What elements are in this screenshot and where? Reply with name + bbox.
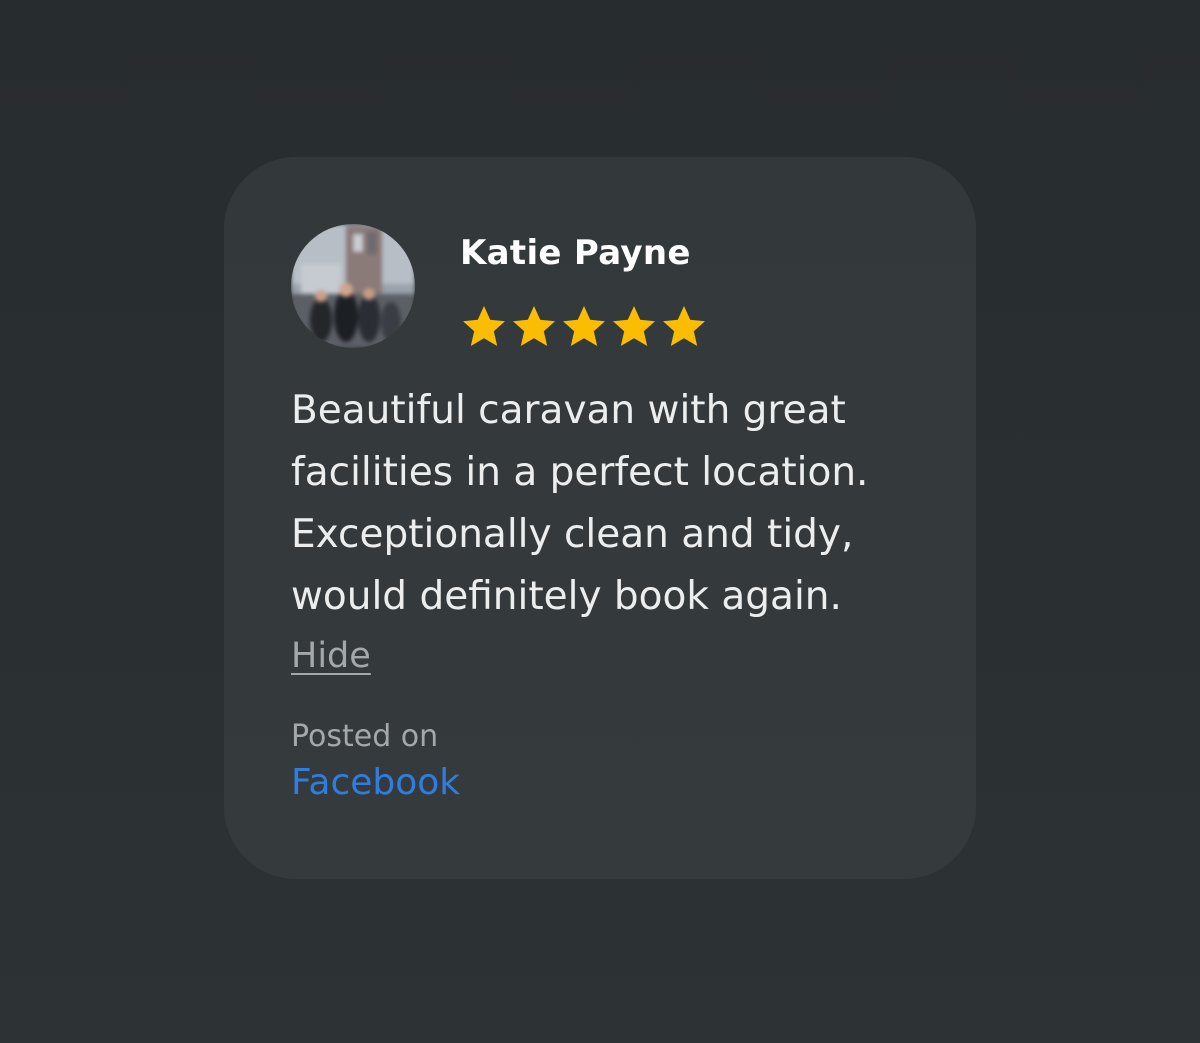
star-icon: [513, 306, 555, 346]
posted-on-label: Posted on: [291, 719, 439, 754]
star-icon: [563, 306, 605, 346]
star-rating: [460, 303, 712, 351]
platform-link[interactable]: Facebook: [291, 757, 460, 809]
avatar: [291, 224, 415, 348]
hide-link[interactable]: Hide: [291, 631, 371, 681]
star-icon: [663, 306, 705, 346]
review-card: Katie Payne Beautiful caravan with great…: [224, 157, 976, 879]
star-icon: [613, 306, 655, 346]
review-text: Beautiful caravan with great facilities …: [291, 388, 869, 619]
star-icon: [463, 306, 505, 346]
reviewer-name: Katie Payne: [460, 233, 691, 273]
avatar-photo: [291, 224, 415, 348]
